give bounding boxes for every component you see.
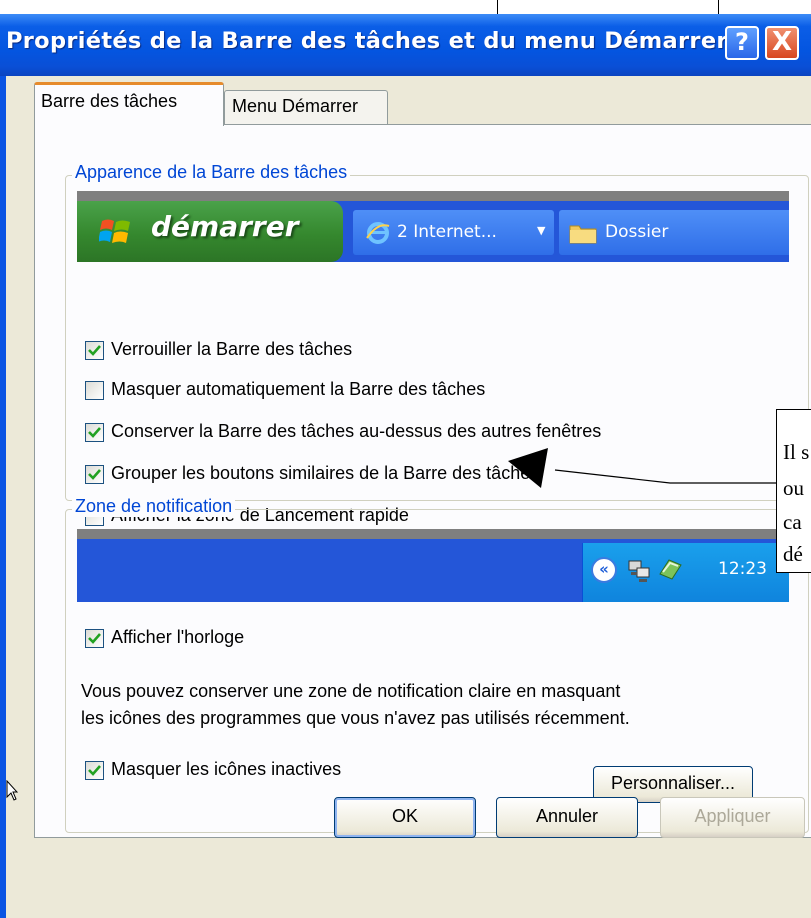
- callout-line-1: Il s: [783, 440, 810, 464]
- auto-hide-label: Masquer automatiquement la Barre des tâc…: [111, 379, 486, 399]
- start-label: démarrer: [151, 210, 299, 243]
- taskbar-internet-button: 2 Internet... ▼: [353, 210, 554, 255]
- tray-expand-icon: «: [591, 557, 617, 583]
- cancel-button[interactable]: Annuler: [496, 797, 638, 838]
- folder-icon: [569, 225, 597, 244]
- callout-line-2: ou: [783, 476, 804, 500]
- mouse-cursor-icon: [6, 780, 18, 801]
- auto-hide-checkbox[interactable]: [85, 381, 104, 400]
- ok-button[interactable]: OK: [334, 797, 476, 838]
- hide-inactive-checkbox[interactable]: [85, 761, 104, 780]
- taskbar-preview: démarrer 2 Internet... ▼ Dossier: [77, 191, 789, 262]
- system-tray-preview: « 12:23: [582, 543, 789, 602]
- callout-line-4: dé: [783, 542, 803, 566]
- checkmark-icon: [88, 469, 101, 480]
- tab-menu-demarrer[interactable]: Menu Démarrer: [224, 90, 388, 124]
- checkmark-icon: [88, 765, 101, 776]
- top-cropped-box: [497, 0, 719, 15]
- callout-line-3: ca: [783, 510, 802, 534]
- keep-on-top-checkbox[interactable]: [85, 423, 104, 442]
- annotation-callout: Il s ou ca dé: [776, 409, 811, 573]
- taskbar-folder-button: Dossier: [559, 210, 789, 255]
- checkmark-icon: [88, 345, 101, 356]
- clock-time: 12:23: [718, 559, 767, 579]
- network-icon: [628, 560, 650, 582]
- dropdown-arrow-icon: ▼: [537, 224, 546, 237]
- taskbar-preview-top-strip: [77, 191, 789, 201]
- taskbar-internet-label: 2 Internet...: [397, 222, 497, 242]
- show-clock-checkbox[interactable]: [85, 629, 104, 648]
- show-clock-label: Afficher l'horloge: [111, 627, 245, 647]
- dialog-window: Propriétés de la Barre des tâches et du …: [0, 14, 811, 918]
- window-title: Propriétés de la Barre des tâches et du …: [6, 28, 728, 54]
- taskbar-folder-label: Dossier: [605, 222, 669, 242]
- group-buttons-checkbox[interactable]: [85, 465, 104, 484]
- lock-taskbar-checkbox[interactable]: [85, 341, 104, 360]
- start-button-preview: démarrer: [77, 201, 343, 262]
- windows-logo-icon: [99, 219, 130, 243]
- checkmark-icon: [88, 427, 101, 438]
- antivirus-icon: [659, 559, 682, 580]
- notification-preview: « 12:23: [77, 529, 789, 602]
- appearance-legend: Apparence de la Barre des tâches: [72, 162, 351, 183]
- title-bar[interactable]: Propriétés de la Barre des tâches et du …: [0, 14, 811, 76]
- lock-taskbar-label: Verrouiller la Barre des tâches: [111, 339, 353, 359]
- checkmark-icon: [88, 633, 101, 644]
- notification-preview-top-strip: [77, 529, 789, 539]
- dialog-client: Barre des tâches Menu Démarrer Apparence…: [6, 76, 811, 918]
- hide-inactive-label: Masquer les icônes inactives: [111, 759, 342, 779]
- tab-panel: Apparence de la Barre des tâches démarre…: [34, 124, 811, 838]
- close-button[interactable]: X: [765, 26, 799, 60]
- keep-on-top-label: Conserver la Barre des tâches au-dessus …: [111, 421, 602, 441]
- apply-button: Appliquer: [660, 797, 805, 838]
- notification-description-line2: les icônes des programmes que vous n'ave…: [81, 708, 630, 728]
- internet-explorer-icon: [366, 222, 390, 244]
- notification-description-line1: Vous pouvez conserver une zone de notifi…: [81, 681, 621, 701]
- help-button[interactable]: ?: [725, 26, 759, 60]
- tab-barre-des-taches[interactable]: Barre des tâches: [34, 82, 224, 126]
- group-buttons-label: Grouper les boutons similaires de la Bar…: [111, 463, 540, 483]
- notification-legend: Zone de notification: [72, 496, 236, 517]
